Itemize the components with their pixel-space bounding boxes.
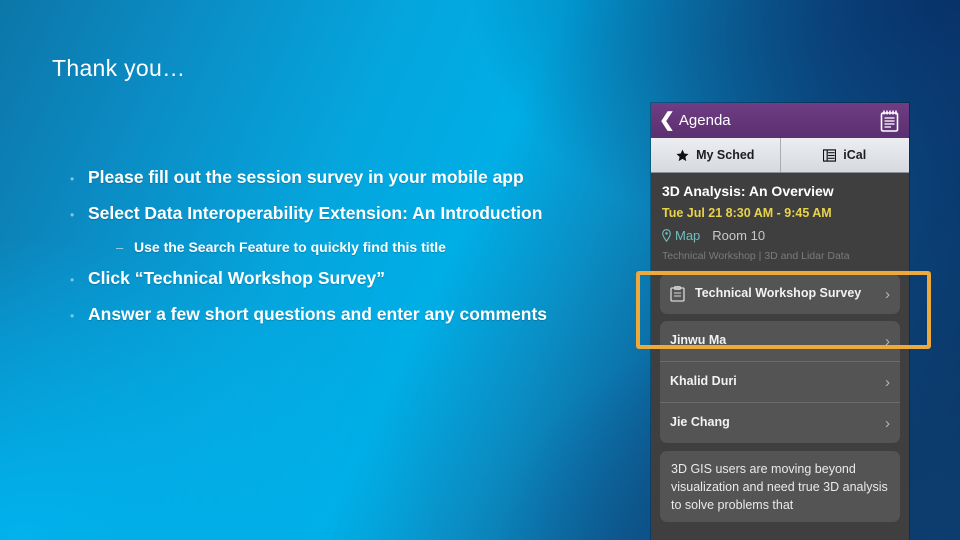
speaker-name: Jie Chang [670,415,730,430]
chevron-left-icon: ❮ [659,110,675,131]
session-description: 3D GIS users are moving beyond visualiza… [671,462,888,512]
star-icon [676,149,689,162]
survey-row[interactable]: Technical Workshop Survey › [660,274,900,314]
slide-canvas: Thank you… • Please fill out the session… [0,0,960,540]
survey-card: Technical Workshop Survey › [660,274,900,314]
bullet-marker-icon: • [70,172,75,186]
chevron-right-icon: › [885,332,890,350]
session-title: 3D Analysis: An Overview [662,183,834,199]
map-pin-icon [662,229,671,242]
speaker-row[interactable]: Khalid Duri › [660,361,900,402]
bullet-marker-icon: • [70,308,75,323]
page-title: Thank you… [52,55,186,81]
bullet-text: Please fill out the session survey in yo… [88,167,524,187]
session-location: Map Room 10 [662,228,898,243]
speaker-name: Khalid Duri [670,374,737,389]
tab-my-sched-label: My Sched [696,148,755,162]
bullet-item: • Select Data Interoperability Extension… [70,203,630,224]
sub-bullet-marker-icon: – [116,240,124,255]
app-toolbar: My Sched iCal [651,138,909,173]
bullet-item: • Please fill out the session survey in … [70,167,630,188]
sub-bullet-item: – Use the Search Feature to quickly find… [116,239,630,256]
session-time: Tue Jul 21 8:30 AM - 9:45 AM [662,206,832,220]
calendar-list-icon [823,148,837,162]
bullet-text: Click “Technical Workshop Survey” [88,267,385,288]
bullet-marker-icon: • [70,208,75,222]
speaker-name: Jinwu Ma [670,333,727,348]
app-nav-bar: ❮ Agenda [651,103,909,138]
tab-my-sched[interactable]: My Sched [651,138,780,172]
back-button[interactable]: ❮ Agenda [659,111,731,130]
bullet-list: • Please fill out the session survey in … [70,167,630,325]
map-link[interactable]: Map [675,228,700,243]
notepad-icon[interactable] [879,109,900,133]
speaker-row[interactable]: Jinwu Ma › [660,321,900,361]
session-track: Technical Workshop | 3D and Lidar Data [662,250,850,262]
session-rows: Technical Workshop Survey › Jinwu Ma › K… [651,274,909,523]
session-info: 3D Analysis: An Overview Tue Jul 21 8:30… [651,173,909,267]
chevron-right-icon: › [885,414,890,432]
tab-ical-label: iCal [843,148,867,162]
bullet-item: • Answer a few short questions and enter… [70,304,630,325]
session-room: Room 10 [712,228,766,243]
sub-bullet-text: Use the Search Feature to quickly find t… [134,239,446,255]
survey-row-label: Technical Workshop Survey [695,286,862,301]
description-card: 3D GIS users are moving beyond visualiza… [660,451,900,523]
nav-title: Agenda [678,112,731,129]
speakers-card: Jinwu Ma › Khalid Duri › Jie Chang › [660,321,900,443]
tab-ical[interactable]: iCal [779,138,910,172]
bullet-item: • Click “Technical Workshop Survey” [70,268,630,289]
bullet-text: Answer a few short questions and enter a… [88,303,547,324]
chevron-right-icon: › [885,285,890,303]
survey-clipboard-icon [670,286,687,302]
bullet-marker-icon: • [70,272,75,287]
chevron-right-icon: › [885,373,890,391]
mobile-app-screenshot: ❮ Agenda My Sched iCal 3D Analysis: An O… [651,103,909,540]
bullet-text: Select Data Interoperability Extension: … [88,203,543,223]
speaker-row[interactable]: Jie Chang › [660,402,900,443]
